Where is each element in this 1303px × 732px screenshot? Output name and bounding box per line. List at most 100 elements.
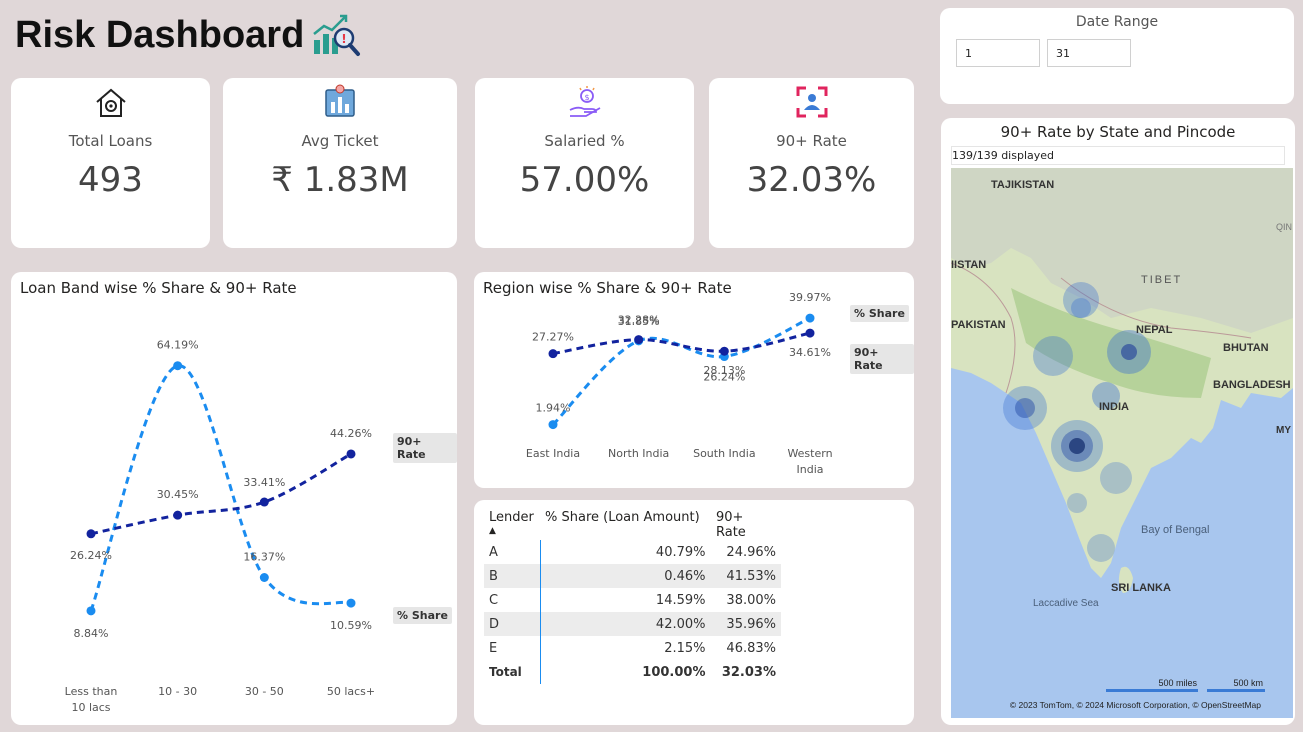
kpi-card-total-loans: Total Loans 493 — [11, 78, 210, 248]
table-row[interactable]: E 2.15% 46.83% — [484, 636, 781, 660]
legend-90-rate[interactable]: 90+ Rate — [850, 344, 914, 374]
map-scale-bar — [1106, 689, 1198, 692]
total-label: Total — [484, 660, 541, 684]
map-bubble — [1033, 336, 1073, 376]
share-cell: 14.59% — [655, 592, 706, 608]
map-bubble — [1069, 438, 1085, 454]
person-focus-icon — [794, 84, 830, 124]
lender-cell: A — [484, 540, 541, 564]
column-header-share[interactable]: % Share (Loan Amount) — [540, 510, 711, 540]
kpi-label: 90+ Rate — [776, 132, 847, 150]
column-header-rate[interactable]: 90+ Rate — [711, 510, 782, 540]
region-chart-svg: 1.94%31.85%26.24%39.97%27.27%32.28%28.13… — [526, 291, 833, 476]
kpi-card-salaried: $ Salaried % 57.00% — [475, 78, 694, 248]
data-label: 32.28% — [618, 314, 660, 327]
x-tick-label: North India — [608, 447, 669, 460]
kpi-card-avg-ticket: Avg Ticket ₹ 1.83M — [223, 78, 457, 248]
map-label: BANGLADESH — [1213, 379, 1291, 391]
x-tick-label: Western — [787, 447, 832, 460]
map-scale-miles: 500 miles — [1158, 678, 1197, 688]
table-row[interactable]: A 40.79% 24.96% — [484, 540, 781, 564]
legend-share[interactable]: % Share — [393, 607, 452, 624]
data-point[interactable] — [548, 349, 558, 359]
table-total-row: Total 100.00% 32.03% — [484, 660, 781, 684]
data-point[interactable] — [86, 606, 96, 616]
loan-band-chart: Loan Band wise % Share & 90+ Rate 8.84% 6… — [11, 272, 457, 725]
map-scale-km: 500 km — [1233, 678, 1263, 688]
date-start-input[interactable]: 1 — [956, 39, 1040, 67]
data-label: 27.27% — [532, 331, 574, 344]
x-tick-label: South India — [693, 447, 755, 460]
data-point[interactable] — [548, 420, 558, 430]
legend-share[interactable]: % Share — [850, 305, 909, 322]
data-point[interactable] — [805, 328, 815, 338]
data-label: 8.84% — [74, 627, 109, 640]
house-gear-icon — [93, 84, 129, 124]
data-label: 10.59% — [330, 619, 372, 632]
data-point[interactable] — [173, 510, 183, 520]
map-title: 90+ Rate by State and Pincode — [1000, 123, 1236, 141]
rate-cell: 38.00% — [726, 592, 776, 608]
x-tick-label: 10 - 30 — [158, 685, 197, 698]
map-label: INDIA — [1099, 401, 1129, 413]
map-label: TAJIKISTAN — [991, 179, 1054, 191]
kpi-value: 57.00% — [519, 160, 650, 200]
legend-90-rate[interactable]: 90+ Rate — [393, 433, 457, 463]
x-tick-label: 50 lacs+ — [327, 685, 375, 698]
date-end-input[interactable]: 31 — [1047, 39, 1131, 67]
lender-table: Lender ▲ % Share (Loan Amount) 90+ Rate A… — [484, 510, 781, 684]
kpi-label: Salaried % — [544, 132, 625, 150]
chart-magnifier-icon: ! — [310, 10, 362, 64]
rate-cell: 41.53% — [710, 564, 781, 588]
data-point[interactable] — [173, 361, 183, 371]
map-label: Bay of Bengal — [1141, 524, 1210, 536]
lender-cell: E — [484, 636, 541, 660]
lender-table-card: Lender ▲ % Share (Loan Amount) 90+ Rate A… — [474, 500, 914, 725]
map-label: NEPAL — [1136, 324, 1173, 336]
share-cell: 42.00% — [540, 612, 711, 636]
rate-cell: 35.96% — [710, 612, 781, 636]
data-point[interactable] — [346, 449, 356, 459]
lender-cell: D — [484, 612, 541, 636]
table-row[interactable]: D 42.00% 35.96% — [484, 612, 781, 636]
bar-chart-icon — [322, 84, 358, 124]
map-label: Laccadive Sea — [1033, 598, 1099, 609]
series-line — [551, 316, 811, 426]
map-view[interactable]: TAJIKISTAN IISTAN TIBET PAKISTAN NEPAL B… — [951, 168, 1293, 718]
data-point[interactable] — [259, 573, 269, 583]
region-chart: Region wise % Share & 90+ Rate 1.94% 31.8… — [474, 272, 914, 488]
sort-ascending-icon[interactable]: ▲ — [489, 526, 535, 536]
kpi-label: Avg Ticket — [301, 132, 379, 150]
map-bubble — [1087, 534, 1115, 562]
map-label: TIBET — [1141, 274, 1182, 286]
map-attribution: © 2023 TomTom, © 2024 Microsoft Corporat… — [1010, 700, 1261, 710]
column-header-lender[interactable]: Lender ▲ — [484, 510, 540, 540]
map-label: SRI LANKA — [1111, 582, 1171, 594]
date-range-slicer: Date Range 1 31 — [940, 8, 1294, 104]
map-label: QIN — [1276, 222, 1292, 232]
data-label: 30.45% — [157, 488, 199, 501]
kpi-value: 493 — [78, 160, 143, 200]
x-tick-label: Less than — [65, 685, 118, 698]
map-label: BHUTAN — [1223, 342, 1269, 354]
total-share: 100.00% — [642, 664, 706, 680]
data-label: 39.97% — [789, 291, 831, 304]
map-bubble — [1121, 344, 1137, 360]
table-row[interactable]: B 0.46% 41.53% — [484, 564, 781, 588]
data-point[interactable] — [634, 335, 644, 345]
data-label: 64.19% — [157, 339, 199, 352]
svg-text:$: $ — [584, 93, 589, 102]
data-point[interactable] — [346, 598, 356, 608]
data-point[interactable] — [719, 346, 729, 356]
data-label: 28.13% — [703, 364, 745, 377]
map-displayed-count: 139/139 displayed — [951, 146, 1285, 165]
x-tick-label: 30 - 50 — [245, 685, 284, 698]
x-tick-label: India — [797, 463, 824, 476]
data-point[interactable] — [86, 529, 96, 539]
share-cell: 40.79% — [655, 544, 706, 560]
series-line — [90, 452, 352, 536]
data-point[interactable] — [805, 313, 815, 323]
table-row[interactable]: C 14.59% 38.00% — [484, 588, 781, 612]
data-point[interactable] — [259, 497, 269, 507]
map-bubble — [1100, 462, 1132, 494]
